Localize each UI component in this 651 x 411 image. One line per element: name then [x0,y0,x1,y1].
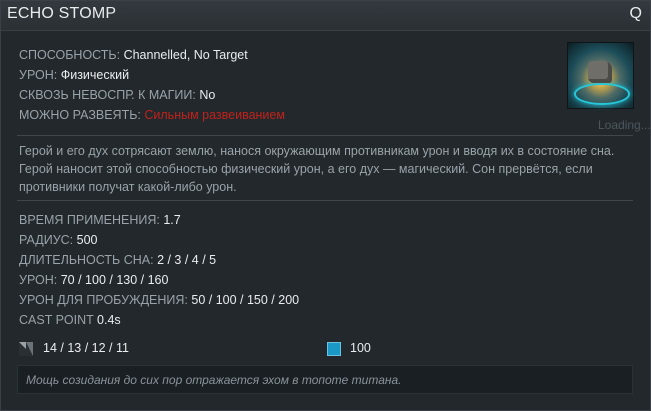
divider [17,135,633,136]
cooldown-value: 14 / 13 / 12 / 11 [43,341,129,355]
ability-costs: 14 / 13 / 12 / 11 100 [19,340,639,358]
value-number: 1.7 [163,213,181,227]
value-label: РАДИУС: [19,233,74,247]
ability-tooltip: ECHO STOMP Q СПОСОБНОСТЬ: Channelled, No… [0,0,651,411]
ability-description: Герой и его дух сотрясают землю, нанося … [19,144,615,194]
property-ability-type: СПОСОБНОСТЬ: Channelled, No Target [19,45,285,65]
property-value: Сильным развеиванием [144,108,285,122]
property-dispellable: МОЖНО РАЗВЕЯТЬ: Сильным развеиванием [19,105,285,125]
value-label: ДЛИТЕЛЬНОСТЬ СНА: [19,253,154,267]
property-value: Физический [60,68,130,82]
value-label: УРОН: [19,273,58,287]
property-label: СКВОЗЬ НЕВОСПР. К МАГИИ: [19,88,196,102]
value-cast-time: ВРЕМЯ ПРИМЕНЕНИЯ: 1.7 [19,210,299,230]
ability-properties: СПОСОБНОСТЬ: Channelled, No Target УРОН:… [19,45,285,125]
value-label: CAST POINT [19,313,94,327]
value-radius: РАДИУС: 500 [19,230,299,250]
property-value: Channelled, No Target [123,48,248,62]
value-sleep-duration: ДЛИТЕЛЬНОСТЬ СНА: 2 / 3 / 4 / 5 [19,250,299,270]
property-label: СПОСОБНОСТЬ: [19,48,121,62]
portrait-ring [574,83,630,105]
ability-name: ECHO STOMP [7,5,117,22]
value-cast-point: CAST POINT 0.4s [19,310,299,330]
property-pierces-immunity: СКВОЗЬ НЕВОСПР. К МАГИИ: No [19,85,285,105]
echo-stomp-ability-icon [567,42,634,109]
lore-text: Мощь созидания до сих пор отражается эхо… [26,373,402,387]
ability-values: ВРЕМЯ ПРИМЕНЕНИЯ: 1.7 РАДИУС: 500 ДЛИТЕЛ… [19,210,299,330]
value-number: 70 / 100 / 130 / 160 [60,273,169,287]
portrait-rock [588,61,612,83]
hotkey-label: Q [629,5,642,22]
loading-text: Loading... [598,118,651,132]
value-number: 0.4s [97,313,121,327]
value-number: 2 / 3 / 4 / 5 [157,253,217,267]
cooldown-icon [19,342,33,356]
mana-icon [327,342,341,356]
value-number: 50 / 100 / 150 / 200 [191,293,300,307]
value-label: УРОН ДЛЯ ПРОБУЖДЕНИЯ: [19,293,188,307]
value-number: 500 [76,233,98,247]
divider [17,200,633,201]
property-label: УРОН: [19,68,58,82]
property-value: No [199,88,216,102]
lore-box: Мощь созидания до сих пор отражается эхо… [17,365,633,394]
property-damage-type: УРОН: Физический [19,65,285,85]
mana-cost-value: 100 [350,341,371,355]
value-label: ВРЕМЯ ПРИМЕНЕНИЯ: [19,213,160,227]
tooltip-header: ECHO STOMP Q [1,1,650,31]
value-damage: УРОН: 70 / 100 / 130 / 160 [19,270,299,290]
property-label: МОЖНО РАЗВЕЯТЬ: [19,108,141,122]
value-wake-damage: УРОН ДЛЯ ПРОБУЖДЕНИЯ: 50 / 100 / 150 / 2… [19,290,299,310]
